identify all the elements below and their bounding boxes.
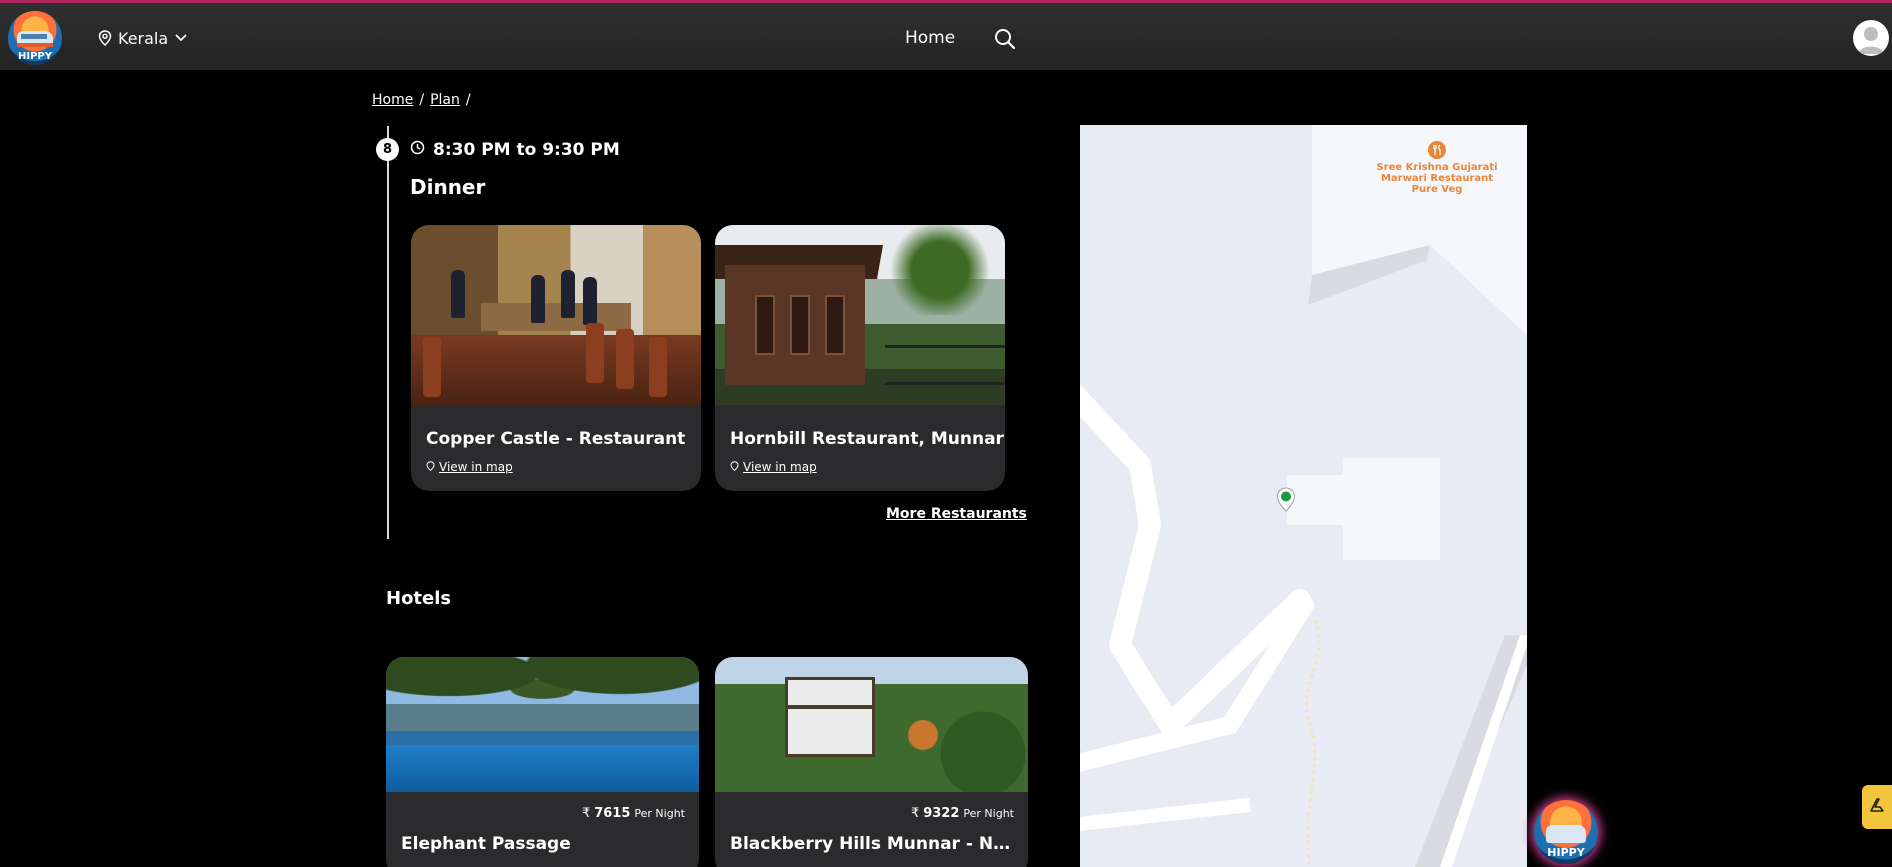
location-marker-icon[interactable] bbox=[1276, 487, 1296, 513]
timeline-line bbox=[387, 126, 389, 539]
floating-brand-text: HIPPY bbox=[1547, 846, 1585, 859]
breadcrumb-separator: / bbox=[419, 92, 425, 108]
time-range: 8:30 PM to 9:30 PM bbox=[410, 140, 620, 160]
chevron-down-icon bbox=[174, 33, 188, 43]
breadcrumb-plan[interactable]: Plan bbox=[430, 92, 460, 108]
hotel-price: ₹ 7615 Per Night bbox=[582, 806, 685, 821]
restaurant-name: Hornbill Restaurant, Munnar bbox=[730, 429, 1004, 449]
view-in-map-link[interactable]: View in map bbox=[426, 460, 513, 474]
location-selector[interactable]: Kerala bbox=[98, 26, 188, 50]
poi-label: Sree Krishna Gujarati Marwari Restaurant… bbox=[1376, 162, 1498, 195]
van-icon bbox=[1546, 825, 1586, 843]
van-icon bbox=[17, 31, 53, 47]
view-in-map-label[interactable]: View in map bbox=[439, 460, 513, 474]
step-number-badge: 8 bbox=[376, 138, 399, 161]
time-range-text: 8:30 PM to 9:30 PM bbox=[433, 140, 620, 160]
restaurant-photo bbox=[715, 225, 1005, 405]
restaurant-card[interactable]: Copper Castle - Restaurant View in map bbox=[411, 225, 701, 491]
user-avatar-icon[interactable] bbox=[1853, 20, 1889, 56]
lightning-icon bbox=[1868, 796, 1886, 818]
price-amount: 9322 bbox=[923, 806, 960, 821]
hotel-name: Blackberry Hills Munnar - Nature Resort … bbox=[730, 834, 1015, 854]
floating-assistant-button[interactable]: HIPPY bbox=[1534, 800, 1598, 864]
restaurant-name: Copper Castle - Restaurant bbox=[426, 429, 686, 449]
hotel-card[interactable]: ₹ 9322 Per Night Blackberry Hills Munnar… bbox=[715, 657, 1028, 867]
price-amount: 7615 bbox=[594, 806, 631, 821]
restaurant-poi-icon[interactable] bbox=[1427, 140, 1447, 164]
top-navbar: HIPPY Kerala Home bbox=[0, 0, 1892, 70]
more-restaurants-link[interactable]: More Restaurants bbox=[886, 506, 1027, 522]
search-icon[interactable] bbox=[994, 28, 1016, 54]
price-unit: Per Night bbox=[634, 807, 685, 820]
location-label: Kerala bbox=[118, 28, 169, 48]
map-pin-icon bbox=[426, 460, 435, 474]
view-in-map-label[interactable]: View in map bbox=[743, 460, 817, 474]
breadcrumb-separator: / bbox=[465, 92, 471, 108]
map-roads bbox=[1080, 125, 1527, 867]
price-unit: Per Night bbox=[963, 807, 1014, 820]
logo-brand-text: HIPPY bbox=[18, 51, 52, 62]
map-pin-icon bbox=[730, 460, 739, 474]
hippy-logo[interactable]: HIPPY bbox=[8, 11, 62, 65]
rupee-icon: ₹ bbox=[910, 806, 920, 821]
hotel-photo bbox=[715, 657, 1028, 792]
rupee-icon: ₹ bbox=[581, 806, 591, 821]
clock-icon bbox=[410, 140, 425, 160]
location-pin-icon bbox=[98, 30, 112, 46]
view-in-map-link[interactable]: View in map bbox=[730, 460, 817, 474]
slot-title: Dinner bbox=[410, 175, 486, 199]
hotel-price: ₹ 9322 Per Night bbox=[911, 806, 1014, 821]
hotel-photo bbox=[386, 657, 699, 792]
hotel-name: Elephant Passage bbox=[401, 834, 571, 854]
breadcrumb-home[interactable]: Home bbox=[372, 92, 413, 108]
restaurant-photo bbox=[411, 225, 701, 405]
nav-home-link[interactable]: Home bbox=[905, 28, 955, 48]
side-feedback-tab[interactable] bbox=[1862, 785, 1892, 829]
map-view[interactable] bbox=[1080, 125, 1527, 867]
hotels-heading: Hotels bbox=[386, 588, 452, 609]
restaurant-card[interactable]: Hornbill Restaurant, Munnar View in map bbox=[715, 225, 1005, 491]
hotel-card[interactable]: ₹ 7615 Per Night Elephant Passage bbox=[386, 657, 699, 867]
breadcrumb: Home / Plan / bbox=[372, 92, 471, 108]
